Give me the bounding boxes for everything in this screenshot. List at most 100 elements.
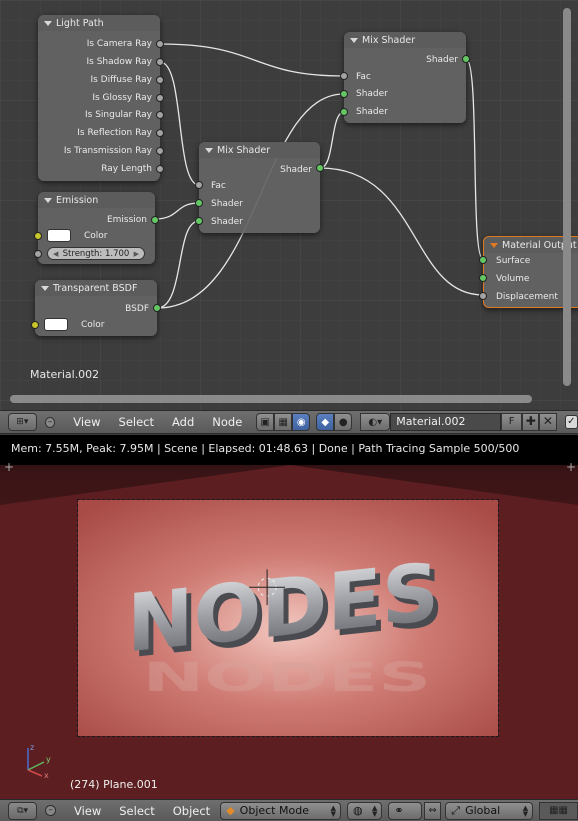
menu-select[interactable]: Select [119, 804, 154, 818]
output-label: Is Singular Ray [84, 110, 152, 120]
color-swatch[interactable] [47, 229, 71, 242]
output-socket[interactable] [156, 111, 164, 119]
output-label: Shader [280, 165, 312, 175]
light-path-node[interactable]: Light Path Is Camera Ray Is Shadow Ray I… [38, 15, 164, 181]
transparent-bsdf-header[interactable]: Transparent BSDF [35, 280, 157, 296]
menu-node[interactable]: Node [212, 415, 242, 429]
menu-view[interactable]: View [73, 415, 100, 429]
object-icon[interactable]: ◆ [316, 413, 335, 431]
output-label: Is Reflection Ray [77, 128, 152, 138]
volume-input-socket[interactable] [479, 274, 487, 282]
collapse-triangle-icon[interactable] [44, 197, 52, 203]
output-label: Is Glossy Ray [92, 93, 152, 103]
output-socket[interactable] [156, 58, 164, 66]
collapse-triangle-icon[interactable] [350, 37, 358, 43]
collapse-menu-icon[interactable]: – [45, 805, 56, 816]
new-material-icon[interactable]: ✚ [522, 413, 540, 431]
mix-shader-header[interactable]: Mix Shader [199, 142, 320, 158]
world-icon[interactable]: ● [334, 413, 353, 431]
input-label: Shader [356, 89, 388, 99]
input-label: Shader [211, 199, 243, 209]
mode-dropdown[interactable]: ◆ Object Mode ▲ ▼ [220, 801, 342, 820]
collapse-triangle-icon[interactable] [205, 147, 213, 153]
pivot-dropdown[interactable]: ⚭ [388, 801, 422, 820]
collapse-menu-icon[interactable]: – [44, 416, 56, 428]
orientation-label: Global [465, 804, 501, 817]
output-socket[interactable] [156, 165, 164, 173]
shading-dropdown[interactable]: ◍ ▲ ▼ [347, 801, 383, 820]
output-socket[interactable] [156, 147, 164, 155]
horizontal-scrollbar[interactable] [10, 395, 532, 403]
node-editor[interactable]: Light Path Is Camera Ray Is Shadow Ray I… [0, 0, 578, 410]
output-label: Is Camera Ray [86, 39, 152, 49]
color-swatch[interactable] [44, 318, 68, 331]
output-socket[interactable] [151, 216, 159, 224]
output-socket[interactable] [156, 76, 164, 84]
emission-node[interactable]: Emission Emission Color ◀ Strength: 1.70… [34, 192, 159, 264]
output-socket[interactable] [462, 55, 470, 63]
output-socket[interactable] [316, 164, 324, 172]
input-label: Shader [356, 107, 388, 117]
material-sphere-icon[interactable]: ◐▾ [360, 413, 391, 431]
color-label: Color [84, 231, 108, 241]
menu-select[interactable]: Select [119, 415, 154, 429]
surface-input-socket[interactable] [479, 256, 487, 264]
axis-gizmo: z y x [27, 743, 51, 780]
object-shader-icon[interactable]: ▣ [256, 413, 275, 431]
vertical-scrollbar[interactable] [563, 8, 571, 386]
output-socket[interactable] [156, 129, 164, 137]
object-mode-icon: ◆ [226, 804, 235, 817]
camera-render-frame: NODES NODES NODES [77, 499, 499, 737]
fac-input-socket[interactable] [340, 72, 348, 80]
editor-type-menu[interactable]: ⊞▾ [8, 413, 37, 431]
material-name-field[interactable]: Material.002 [390, 413, 502, 431]
transparent-bsdf-node[interactable]: Transparent BSDF BSDF Color [31, 280, 161, 336]
output-label: Is Diffuse Ray [90, 75, 152, 85]
dropdown-arrows-icon: ▲ ▼ [522, 803, 529, 818]
displacement-input-socket[interactable] [479, 292, 487, 300]
menu-object[interactable]: Object [173, 804, 210, 818]
layers-grid-icon[interactable]: ▦▦ [539, 801, 578, 820]
shader-input-socket[interactable] [340, 90, 348, 98]
increment-arrow-icon[interactable]: ▶ [134, 248, 139, 261]
use-nodes-checkbox[interactable]: ✓ [564, 415, 578, 429]
shader-icon[interactable]: ◉ [292, 413, 311, 431]
output-socket[interactable] [153, 304, 161, 312]
strength-field[interactable]: ◀ Strength: 1.700 ▶ [47, 247, 145, 260]
unlink-material-icon[interactable]: ✕ [539, 413, 557, 431]
collapse-triangle-icon[interactable] [490, 242, 498, 248]
output-label: BSDF [125, 304, 149, 314]
color-label: Color [81, 320, 105, 330]
strength-input-socket[interactable] [34, 250, 42, 258]
output-socket[interactable] [156, 94, 164, 102]
menu-view[interactable]: View [74, 804, 101, 818]
3d-viewport[interactable]: Mem: 7.55M, Peak: 7.95M | Scene | Elapse… [0, 435, 578, 799]
color-input-socket[interactable] [34, 232, 42, 240]
manipulator-icon[interactable]: ⇔ [423, 801, 442, 820]
link-emission-to-mix1-shader [154, 202, 200, 220]
collapse-triangle-icon[interactable] [44, 20, 52, 26]
orientation-dropdown[interactable]: ⤢ Global ▲ ▼ [445, 801, 534, 820]
svg-text:y: y [46, 755, 51, 764]
collapse-triangle-icon[interactable] [41, 285, 49, 291]
mix-shader-node-2[interactable]: Mix Shader Shader Fac Shader Shader [340, 32, 470, 123]
mix-shader-node-1[interactable]: Mix Shader Shader Fac Shader Shader [195, 142, 324, 233]
editor-type-menu[interactable]: ⧉▾ [8, 801, 38, 820]
output-socket[interactable] [156, 40, 164, 48]
fac-input-socket[interactable] [195, 181, 203, 189]
color-input-socket[interactable] [31, 321, 39, 329]
texture-icon[interactable]: ▦ [274, 413, 293, 431]
shader-input-socket[interactable] [195, 217, 203, 225]
emission-header[interactable]: Emission [38, 192, 155, 208]
mode-label: Object Mode [239, 804, 309, 817]
decrement-arrow-icon[interactable]: ◀ [53, 248, 58, 261]
light-path-header[interactable]: Light Path [38, 15, 160, 31]
corner-plus-icon: + [4, 460, 15, 474]
fake-user-button[interactable]: F [501, 413, 523, 431]
shader-input-socket[interactable] [195, 199, 203, 207]
dropdown-arrows-icon: ▲ ▼ [330, 803, 337, 818]
shader-input-socket[interactable] [340, 108, 348, 116]
menu-add[interactable]: Add [172, 415, 194, 429]
link-mix2-to-output-surface [465, 58, 484, 260]
mix-shader-header[interactable]: Mix Shader [344, 32, 466, 48]
